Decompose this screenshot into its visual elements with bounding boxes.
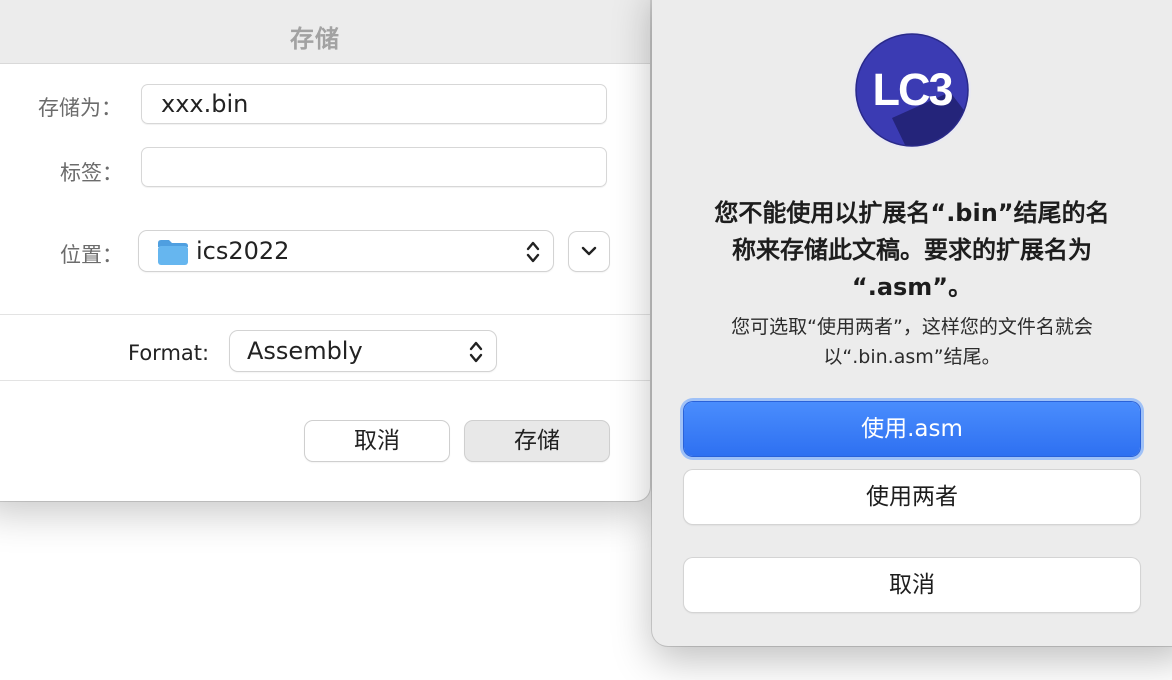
save-button[interactable]: 存储: [465, 421, 609, 461]
alert-message: 您可选取“使用两者”，这样您的文件名就会 以“.bin.asm”结尾。: [686, 312, 1138, 372]
save-dialog-titlebar: 存储: [0, 0, 650, 64]
use-both-button[interactable]: 使用两者: [684, 470, 1140, 524]
alert-heading-line: 您不能使用以扩展名“.bin”结尾的名: [714, 199, 1110, 227]
location-popup[interactable]: ics2022: [139, 231, 553, 271]
expand-browser-button[interactable]: [569, 232, 609, 271]
app-icon-text: LC3: [872, 64, 952, 115]
save-as-label: 存储为：: [38, 96, 122, 120]
alert-heading: 您不能使用以扩展名“.bin”结尾的名 称来存储此文稿。要求的扩展名为 “.as…: [686, 195, 1138, 306]
separator: [0, 380, 650, 381]
alert-message-line: 您可选取“使用两者”，这样您的文件名就会: [731, 316, 1093, 338]
updown-chevron-icon: [469, 341, 483, 363]
extension-alert: LC3 您不能使用以扩展名“.bin”结尾的名 称来存储此文稿。要求的扩展名为 …: [652, 0, 1172, 646]
format-value: Assembly: [247, 337, 363, 365]
alert-message-line: 以“.bin.asm”结尾。: [823, 346, 1001, 368]
separator: [0, 314, 650, 315]
cancel-button[interactable]: 取消: [305, 421, 449, 461]
location-label: 位置：: [60, 243, 123, 267]
folder-icon: [158, 240, 188, 265]
format-label: Format:: [128, 341, 210, 365]
alert-cancel-button[interactable]: 取消: [684, 558, 1140, 612]
save-as-value: xxx.bin: [161, 90, 249, 118]
save-dialog: 存储 存储为： xxx.bin 标签： 位置： ics2022 Format: …: [0, 0, 650, 501]
format-popup[interactable]: Assembly: [230, 331, 496, 371]
alert-heading-line: “.asm”。: [851, 273, 973, 301]
alert-heading-line: 称来存储此文稿。要求的扩展名为: [732, 236, 1092, 264]
location-value: ics2022: [196, 237, 290, 265]
save-dialog-title: 存储: [290, 25, 340, 53]
chevron-down-icon: [581, 246, 597, 256]
updown-chevron-icon: [526, 241, 540, 263]
tags-label: 标签：: [60, 161, 123, 185]
use-asm-button[interactable]: 使用.asm: [684, 402, 1140, 456]
tags-field[interactable]: [141, 147, 607, 187]
lc3-app-icon: LC3: [853, 31, 971, 149]
save-as-field[interactable]: xxx.bin: [141, 84, 607, 124]
